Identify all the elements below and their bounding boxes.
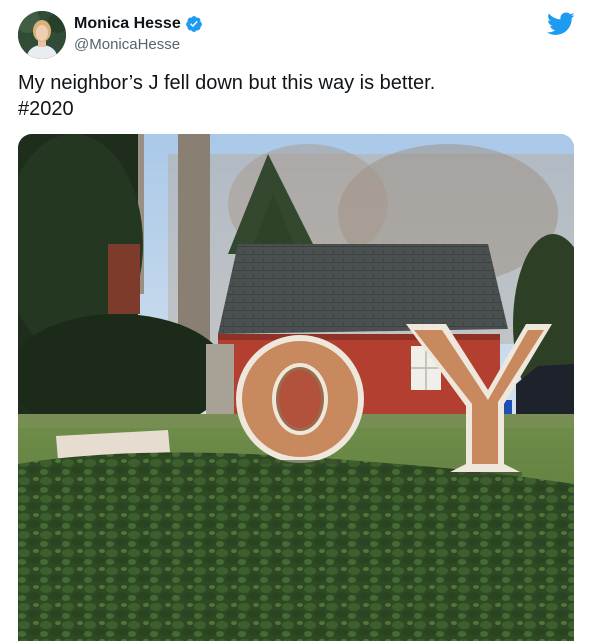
tweet-card: Monica Hesse @MonicaHesse My neighbor’s … [0, 0, 592, 641]
profile-photo-icon [18, 11, 66, 59]
yard-sign-photo-icon [18, 134, 574, 641]
hashtag-link[interactable]: #2020 [18, 96, 568, 122]
verified-badge-icon [185, 16, 202, 32]
tweet-photo[interactable] [18, 134, 574, 641]
letter-o-sign [236, 335, 364, 463]
name-row: Monica Hesse [74, 15, 203, 33]
twitter-bird-icon[interactable] [547, 12, 575, 36]
tweet-text: My neighbor’s J fell down but this way i… [18, 70, 568, 122]
display-name[interactable]: Monica Hesse [74, 15, 181, 33]
tweet-text-line: My neighbor’s J fell down but this way i… [18, 72, 436, 94]
user-handle[interactable]: @MonicaHesse [74, 36, 180, 53]
avatar[interactable] [18, 11, 66, 59]
